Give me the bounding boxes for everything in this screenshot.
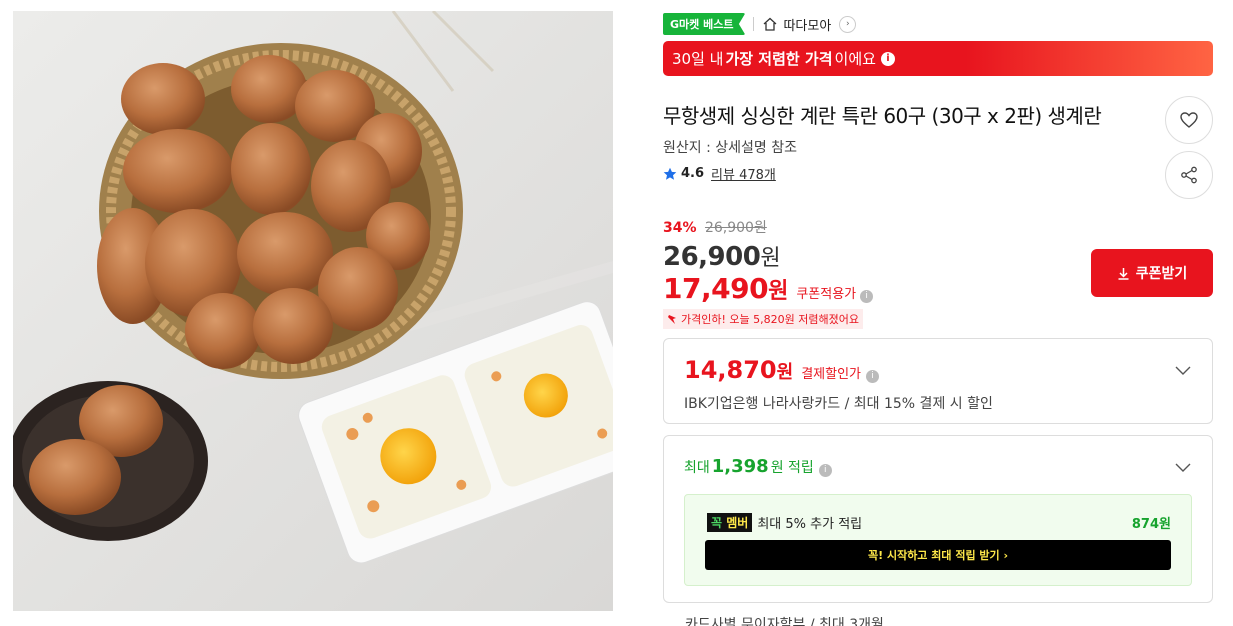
max-points: 최대 1,398 원 적립 i <box>684 456 832 477</box>
chevron-right-icon: › <box>839 15 857 33</box>
heart-icon <box>1180 112 1198 128</box>
original-price: 26,900원 <box>704 220 767 236</box>
banner-post: 이에요 <box>834 50 876 68</box>
star-icon <box>663 167 677 180</box>
payment-price-number: 14,870 <box>684 356 777 384</box>
discount-row: 34% 26,900원 <box>663 217 1213 237</box>
review-count-link[interactable]: 리뷰 478개 <box>711 164 776 183</box>
rating-score: 4.6 <box>681 166 705 181</box>
member-badge: 꼭 멤버 <box>707 513 753 532</box>
price-drop-notice: 가격인하! 오늘 5,820원 저렴해졌어요 <box>663 309 863 329</box>
installment-text: 카드사별 무이자할부 / 최대 3개월 <box>685 617 884 626</box>
arrow-down-icon <box>668 314 676 324</box>
divider <box>753 17 755 31</box>
payment-discount-box[interactable]: 14,870 원 결제할인가 i IBK기업은행 나라사랑카드 / 최대 15%… <box>663 338 1213 424</box>
share-button[interactable] <box>1165 151 1213 199</box>
installment-row[interactable]: 카드사별 무이자할부 / 최대 3개월 <box>663 600 1213 626</box>
chevron-down-icon[interactable] <box>1174 458 1192 476</box>
member-amount: 874원 <box>1131 517 1171 532</box>
banner-pre: 30일 내 <box>672 50 724 68</box>
member-row: 꼭 멤버 최대 5% 추가 적립 874원 <box>707 513 1171 532</box>
product-info: G마켓 베스트 따다모아 › 30일 내 가장 저렴한 가격 이에요 i 무항생… <box>663 12 1213 603</box>
member-text: 최대 5% 추가 적립 <box>757 517 863 532</box>
sale-price-unit: 원 <box>760 246 781 271</box>
lowest-price-banner: 30일 내 가장 저렴한 가격 이에요 i <box>663 41 1213 76</box>
points-post: 원 적립 <box>770 460 814 476</box>
top-row: G마켓 베스트 따다모아 › <box>663 12 1213 36</box>
payment-price-label: 결제할인가 <box>801 367 861 382</box>
info-icon[interactable]: i <box>866 369 879 383</box>
chevron-down-icon[interactable] <box>1174 361 1192 379</box>
coupon-price-unit: 원 <box>768 279 789 304</box>
coupon-price-number: 17,490 <box>663 272 769 305</box>
payment-discount-price: 14,870 원 결제할인가 i <box>684 356 1212 384</box>
info-icon[interactable]: i <box>880 51 895 66</box>
product-image[interactable] <box>13 11 613 611</box>
store-link[interactable]: 따다모아 › <box>762 15 857 34</box>
points-box: 최대 1,398 원 적립 i 꼭 멤버 최대 5% 추가 적립 874원 꼭!… <box>663 435 1213 603</box>
info-icon[interactable]: i <box>860 289 874 303</box>
price-drop-text: 가격인하! 오늘 5,820원 저렴해졌어요 <box>681 313 859 326</box>
wishlist-button[interactable] <box>1165 96 1213 144</box>
payment-price-unit: 원 <box>776 362 794 383</box>
rating: 4.6 리뷰 478개 <box>663 164 1213 183</box>
product-title: 무항생제 싱싱한 계란 특란 60구 (30구 x 2판) 생계란 <box>663 104 1102 128</box>
share-icon <box>1181 166 1197 184</box>
member-badge-text: 멤버 <box>726 516 749 530</box>
points-amount: 1,398 <box>711 456 769 477</box>
sale-price-number: 26,900 <box>663 242 761 272</box>
payment-card-info: IBK기업은행 나라사랑카드 / 최대 15% 결제 시 할인 <box>684 396 993 412</box>
home-icon <box>764 17 777 31</box>
store-name: 따다모아 <box>783 18 832 34</box>
discount-percent: 34% <box>663 220 697 236</box>
get-coupon-button[interactable]: 쿠폰받기 <box>1091 249 1213 297</box>
points-pre: 최대 <box>684 460 710 476</box>
member-start-button[interactable]: 꼭! 시작하고 최대 적립 받기 › <box>705 540 1171 570</box>
banner-bold: 가장 저렴한 가격 <box>725 50 833 68</box>
coupon-price-label: 쿠폰적용가 <box>796 287 857 302</box>
info-icon[interactable]: i <box>818 463 832 477</box>
gmarket-best-badge[interactable]: G마켓 베스트 <box>663 13 746 35</box>
member-points-panel: 꼭 멤버 최대 5% 추가 적립 874원 꼭! 시작하고 최대 적립 받기 › <box>684 494 1192 586</box>
product-origin: 원산지 : 상세설명 참조 <box>663 140 797 156</box>
member-logo-icon: 꼭 <box>711 516 723 530</box>
product-page: G마켓 베스트 따다모아 › 30일 내 가장 저렴한 가격 이에요 i 무항생… <box>0 0 1233 626</box>
get-coupon-label: 쿠폰받기 <box>1135 266 1188 282</box>
download-icon <box>1118 267 1129 280</box>
